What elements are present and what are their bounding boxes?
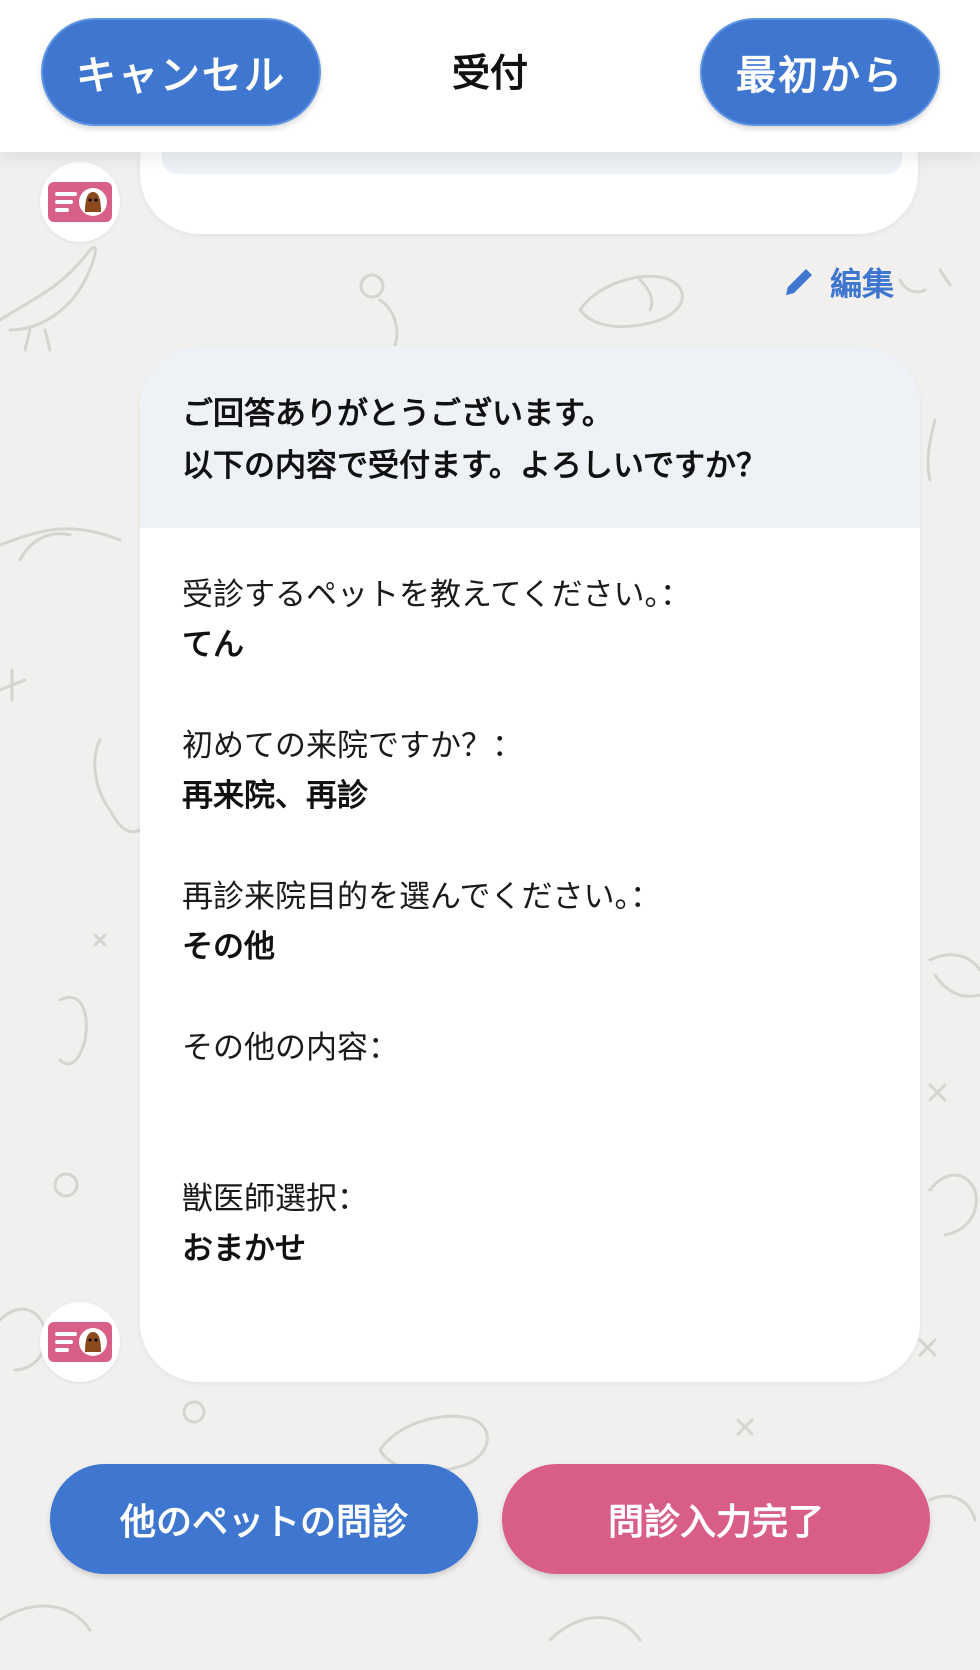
qa-answer: てん xyxy=(182,627,244,663)
qa-question: その他の内容： xyxy=(182,1030,399,1066)
qa-item-vet: 獣医師選択： おまかせ xyxy=(182,1174,882,1274)
qa-item-purpose: 再診来院目的を選んでください。： その他 xyxy=(182,872,882,972)
qa-item-pet: 受診するペットを教えてください。： てん xyxy=(182,570,882,670)
pencil-icon xyxy=(786,269,812,295)
qa-answer: 再来院、再診 xyxy=(182,778,368,814)
restart-button[interactable]: 最初から xyxy=(700,18,940,126)
qa-answer: その他 xyxy=(182,929,275,965)
confirmation-message-line2: 以下の内容で受付ます。よろしいですか？ xyxy=(182,448,767,484)
confirmation-bubble: ご回答ありがとうございます。 以下の内容で受付ます。よろしいですか？ 受診するペ… xyxy=(140,346,920,1382)
cancel-button[interactable]: キャンセル xyxy=(41,18,321,126)
qa-item-other-details: その他の内容： xyxy=(182,1023,882,1123)
qa-answer xyxy=(182,1073,882,1123)
bot-avatar xyxy=(40,1302,120,1382)
edit-link[interactable]: 編集 xyxy=(782,258,894,306)
confirmation-header: ご回答ありがとうございます。 以下の内容で受付ます。よろしいですか？ xyxy=(140,346,920,528)
edit-label: 編集 xyxy=(830,265,895,303)
clinic-card-icon xyxy=(48,182,112,222)
app-header: キャンセル 受付 最初から xyxy=(0,0,980,152)
qa-question: 獣医師選択： xyxy=(182,1181,368,1217)
page-title: 受付 xyxy=(451,51,528,95)
qa-answer: おまかせ xyxy=(182,1231,306,1267)
other-pet-button[interactable]: 他のペットの問診 xyxy=(50,1464,478,1574)
qa-question: 再診来院目的を選んでください。： xyxy=(182,879,661,915)
confirmation-message-line1: ご回答ありがとうございます。 xyxy=(182,396,613,432)
complete-button[interactable]: 問診入力完了 xyxy=(502,1464,930,1574)
qa-question: 受診するペットを教えてください。： xyxy=(182,577,692,613)
bot-avatar xyxy=(40,162,120,242)
qa-item-first-visit: 初めての来院ですか？： 再来院、再診 xyxy=(182,721,882,821)
qa-question: 初めての来院ですか？： xyxy=(182,728,523,764)
clinic-card-icon xyxy=(48,1322,112,1362)
